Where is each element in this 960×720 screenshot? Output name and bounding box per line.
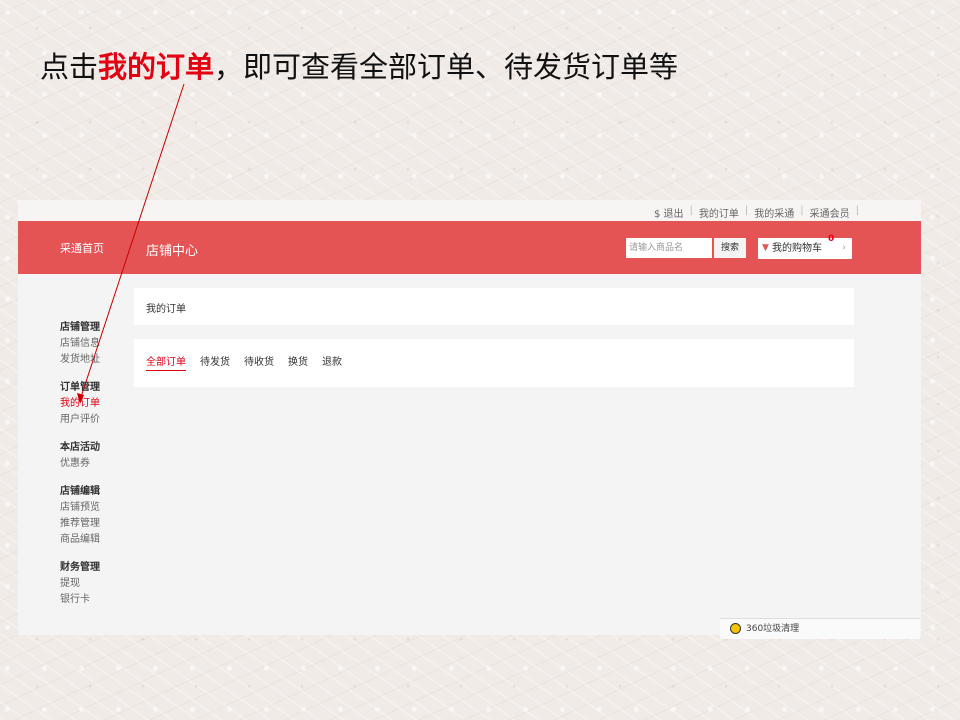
sidebar-item-shop-info[interactable]: 店铺信息 (60, 336, 130, 352)
tab-refund[interactable]: 退款 (322, 353, 342, 371)
sidebar-group-title: 订单管理 (60, 382, 100, 393)
screenshot-frame: $ 退出 | 我的订单 | 我的采通 | 采通会员 | 采通首页 店铺中心 搜索… (18, 200, 921, 639)
cleanup-label: 360垃圾清理 (746, 624, 800, 634)
sidebar-item-user-reviews[interactable]: 用户评价 (60, 412, 130, 428)
search-button[interactable]: 搜索 (714, 238, 746, 258)
logout-link[interactable]: $ 退出 (654, 205, 684, 220)
member-link[interactable]: 采通会员 (810, 205, 850, 220)
sidebar-group-shop: 店铺管理 店铺信息 发货地址 (60, 320, 130, 368)
divider: | (689, 205, 693, 216)
sidebar-group-title: 店铺管理 (60, 322, 100, 333)
instruction-caption: 点击我的订单，即可查看全部订单、待发货订单等 (40, 44, 678, 86)
sidebar-item-coupons[interactable]: 优惠券 (60, 456, 130, 472)
sidebar-group-title: 店铺编辑 (60, 486, 100, 497)
sidebar-group-activities: 本店活动 优惠券 (60, 440, 130, 472)
cleanup-widget[interactable]: 360垃圾清理 (720, 618, 920, 639)
top-links-bar: $ 退出 | 我的订单 | 我的采通 | 采通会员 | (18, 200, 921, 221)
cleanup-icon (730, 623, 741, 634)
orders-title-panel: 我的订单 (134, 288, 854, 325)
chevron-right-icon: › (842, 243, 846, 253)
sidebar-item-bank-card[interactable]: 银行卡 (60, 592, 130, 608)
tab-to-ship[interactable]: 待发货 (200, 353, 230, 371)
sidebar-group-title: 财务管理 (60, 562, 100, 573)
page-title: 店铺中心 (146, 244, 199, 259)
cart-count-badge: 0 (828, 234, 835, 244)
my-orders-link[interactable]: 我的订单 (699, 205, 739, 220)
cart-icon: ▼ (762, 243, 769, 253)
divider: | (855, 205, 859, 216)
caption-suffix: ，即可查看全部订单、待发货订单等 (214, 50, 679, 84)
orders-tabs-panel: 全部订单 待发货 待收货 换货 退款 (134, 339, 854, 387)
sidebar-item-my-orders[interactable]: 我的订单 (60, 396, 130, 412)
top-links: $ 退出 | 我的订单 | 我的采通 | 采通会员 | (654, 205, 859, 220)
sidebar: 店铺管理 店铺信息 发货地址 订单管理 我的订单 用户评价 本店活动 优惠券 店… (60, 320, 130, 620)
order-tabs: 全部订单 待发货 待收货 换货 退款 (146, 353, 342, 371)
divider: | (800, 205, 804, 216)
my-caitong-link[interactable]: 我的采通 (754, 205, 794, 220)
sidebar-item-withdraw[interactable]: 提现 (60, 576, 130, 592)
divider: | (744, 205, 749, 216)
cart-button[interactable]: ▼ 我的购物车 0 › (758, 234, 852, 259)
sidebar-item-shop-preview[interactable]: 店铺预览 (60, 500, 130, 516)
tab-to-receive[interactable]: 待收货 (244, 353, 274, 371)
panel-title: 我的订单 (146, 304, 186, 315)
search-input[interactable] (626, 238, 712, 258)
sidebar-group-title: 本店活动 (60, 442, 100, 453)
caption-prefix: 点击 (40, 50, 99, 84)
sidebar-item-product-edit[interactable]: 商品编辑 (60, 532, 130, 548)
site-header: 采通首页 店铺中心 搜索 ▼ 我的购物车 0 › (18, 221, 921, 274)
sidebar-group-edit: 店铺编辑 店铺预览 推荐管理 商品编辑 (60, 484, 130, 548)
caption-highlight: 我的订单 (98, 50, 215, 84)
home-link[interactable]: 采通首页 (60, 240, 104, 256)
sidebar-item-shipping-address[interactable]: 发货地址 (60, 352, 130, 368)
tab-exchange[interactable]: 换货 (288, 353, 308, 371)
sidebar-group-finance: 财务管理 提现 银行卡 (60, 560, 130, 608)
tab-all-orders[interactable]: 全部订单 (146, 353, 186, 371)
sidebar-item-recommend[interactable]: 推荐管理 (60, 516, 130, 532)
cart-label: 我的购物车 (772, 243, 822, 254)
sidebar-group-orders: 订单管理 我的订单 用户评价 (60, 380, 130, 428)
